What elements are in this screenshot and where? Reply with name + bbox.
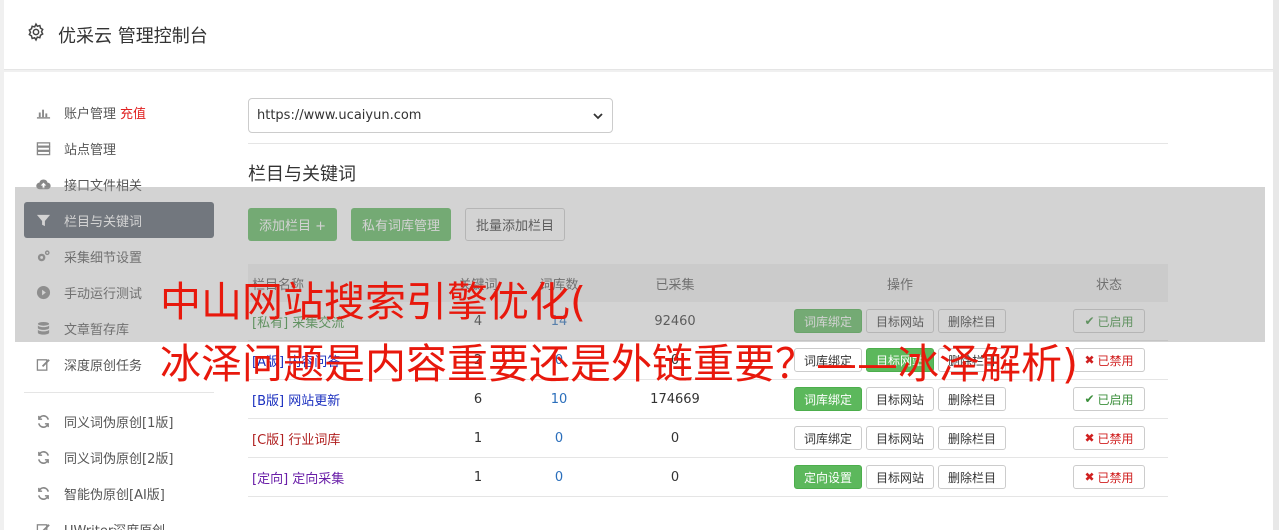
delete-column-button[interactable]: 删除栏目 [938,387,1007,411]
check-icon: ✔ [1084,392,1095,406]
column-name-cell[interactable]: [B版] 网站更新 [248,390,438,409]
column-name-cell[interactable]: [C版] 行业词库 [248,429,438,448]
sidebar-item-label: 智能伪原创[AI版] [64,487,165,503]
column-tag: [定向] [252,471,289,487]
table-row: [定向] 定向采集 1 0 0 定向设置 目标网站 删除栏目 ✖ 已禁用 [248,458,1168,497]
refresh-icon [35,449,51,465]
overlay-title-line2: 冰泽问题是内容重要还是外链重要？——冰泽解析) [160,340,1078,388]
sidebar-divider [24,392,214,393]
status-label: 已禁用 [1097,470,1134,485]
status-toggle-button[interactable]: ✖ 已禁用 [1073,348,1145,372]
sidebar-item-label: 深度原创任务 [64,358,143,374]
column-name: 行业词库 [288,432,341,448]
sidebar-item-label: 站点管理 [64,142,117,158]
keyword-count: 1 [473,430,483,446]
column-name-cell[interactable]: [定向] 定向采集 [248,468,438,487]
delete-column-button[interactable]: 删除栏目 [938,426,1007,450]
edit-icon [35,356,51,372]
bind-library-button[interactable]: 词库绑定 [793,426,862,450]
sidebar-item-sites[interactable]: 站点管理 [24,130,214,166]
collected-count: 0 [670,430,680,446]
sidebar-item-label: UWriter深度原创 [64,520,165,530]
status-toggle-button[interactable]: ✔ 已启用 [1073,387,1145,411]
column-name: 网站更新 [288,393,341,409]
site-select-value: https://www.ucaiyun.com [257,108,422,123]
bar-chart-icon [35,104,51,120]
target-site-button[interactable]: 目标网站 [865,387,934,411]
sidebar-item-label: 同义词伪原创[2版] [64,451,174,467]
sidebar-item-synonym-v2[interactable]: 同义词伪原创[2版] [24,439,214,475]
app-header: 优采云 管理控制台 [4,0,1274,70]
row-actions: 定向设置 目标网站 删除栏目 [750,465,1050,489]
chevron-down-icon [592,110,604,122]
main-content: https://www.ucaiyun.com 栏目与关键词 添加栏目 + 私有… [248,98,1168,497]
site-select[interactable]: https://www.ucaiyun.com [248,98,613,133]
status-cell: ✔ 已启用 [1050,387,1168,411]
target-site-button[interactable]: 目标网站 [865,426,934,450]
divider [248,143,1168,144]
delete-column-button[interactable]: 删除栏目 [938,465,1007,489]
x-icon: ✖ [1084,353,1095,367]
overlay-title-line1: 中山网站搜索引擎优化( [160,278,586,326]
sidebar-item-synonym-v1[interactable]: 同义词伪原创[1版] [24,403,214,439]
status-label: 已禁用 [1097,353,1134,368]
table-row: [C版] 行业词库 1 0 0 词库绑定 目标网站 删除栏目 ✖ 已禁用 [248,419,1168,458]
column-name: 定向采集 [292,471,345,487]
collected-count: 0 [670,469,680,485]
status-cell: ✖ 已禁用 [1050,426,1168,450]
target-site-button[interactable]: 目标网站 [865,465,934,489]
edit-icon [35,521,51,530]
column-tag: [B版] [252,393,285,409]
status-toggle-button[interactable]: ✖ 已禁用 [1073,465,1145,489]
app-title: 优采云 管理控制台 [58,26,208,47]
x-icon: ✖ [1084,470,1095,484]
status-cell: ✖ 已禁用 [1050,465,1168,489]
status-label: 已启用 [1097,392,1134,407]
bind-library-button[interactable]: 词库绑定 [793,387,862,411]
library-count[interactable]: 0 [518,470,600,485]
refresh-icon [35,413,51,429]
x-icon: ✖ [1084,431,1095,445]
status-label: 已禁用 [1097,431,1134,446]
sidebar-item-label: 同义词伪原创[1版] [64,415,174,431]
collected-count: 174669 [650,391,700,407]
server-icon [35,140,51,156]
refresh-icon [35,485,51,501]
sidebar-item-uwriter[interactable]: UWriter深度原创 [24,511,214,530]
row-actions: 词库绑定 目标网站 删除栏目 [750,387,1050,411]
library-count[interactable]: 10 [518,392,600,407]
section-title: 栏目与关键词 [248,164,356,185]
scrollbar[interactable] [1273,0,1279,530]
sidebar-item-label: 账户管理 [64,106,117,122]
status-toggle-button[interactable]: ✖ 已禁用 [1073,426,1145,450]
sidebar-item-ai-original[interactable]: 智能伪原创[AI版] [24,475,214,511]
library-count[interactable]: 0 [518,431,600,446]
sidebar-item-account[interactable]: 账户管理 充值 [24,94,214,130]
gear-icon[interactable] [26,22,46,42]
recharge-link[interactable]: 充值 [120,103,146,122]
column-tag: [C版] [252,432,285,448]
row-actions: 词库绑定 目标网站 删除栏目 [750,426,1050,450]
bind-library-button[interactable]: 定向设置 [793,465,862,489]
keyword-count: 6 [473,391,483,407]
keyword-count: 1 [473,469,483,485]
